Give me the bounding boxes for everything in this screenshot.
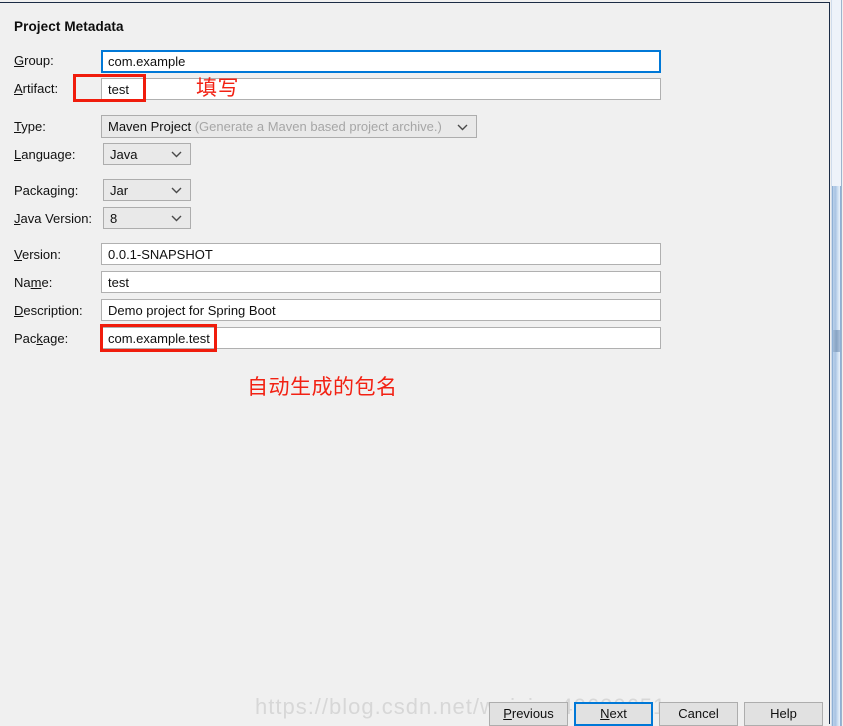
version-label: Version: [14,247,61,262]
pane-top-border [0,2,830,3]
packaging-combobox-value: Jar [110,183,129,198]
type-combobox-hint: (Generate a Maven based project archive.… [194,119,442,134]
language-label: Language: [14,147,76,162]
type-combobox-value: Maven Project [108,119,192,134]
group-input[interactable]: com.example [101,50,661,73]
chevron-down-icon [171,208,182,228]
description-input[interactable]: Demo project for Spring Boot [101,299,661,321]
project-metadata-dialog: Project Metadata Group: com.example Arti… [0,0,843,726]
packaging-combobox[interactable]: Jar [103,179,191,201]
chevron-down-icon [171,144,182,164]
page-title: Project Metadata [14,19,124,34]
package-label: Package: [14,331,69,346]
artifact-annotation-text: 填写 [196,76,239,100]
type-combobox[interactable]: Maven Project (Generate a Maven based pr… [101,115,477,138]
language-combobox[interactable]: Java [103,143,191,165]
description-label: Description: [14,303,83,318]
package-annotation-text: 自动生成的包名 [247,375,398,399]
name-label: Name: [14,275,53,290]
artifact-highlight-box [73,74,146,102]
java-version-combobox-value: 8 [110,211,118,226]
scrollbar-grip [833,330,840,352]
version-input[interactable]: 0.0.1-SNAPSHOT [101,243,661,265]
language-combobox-value: Java [110,147,138,162]
vertical-scrollbar[interactable] [830,0,843,726]
packaging-label: Packaging: [14,183,79,198]
next-button[interactable]: Next [574,702,653,726]
package-highlight-box [100,324,217,352]
previous-button[interactable]: Previous [489,702,568,726]
scrollbar-thumb[interactable] [832,186,841,726]
java-version-label: Java Version: [14,211,93,226]
chevron-down-icon [457,116,468,137]
java-version-combobox[interactable]: 8 [103,207,191,229]
group-label: Group: [14,53,54,68]
name-input[interactable]: test [101,271,661,293]
type-label: Type: [14,119,46,134]
artifact-label: Artifact: [14,81,59,96]
help-button[interactable]: Help [744,702,823,726]
cancel-button[interactable]: Cancel [659,702,738,726]
chevron-down-icon [171,180,182,200]
artifact-input[interactable]: test [101,78,661,100]
